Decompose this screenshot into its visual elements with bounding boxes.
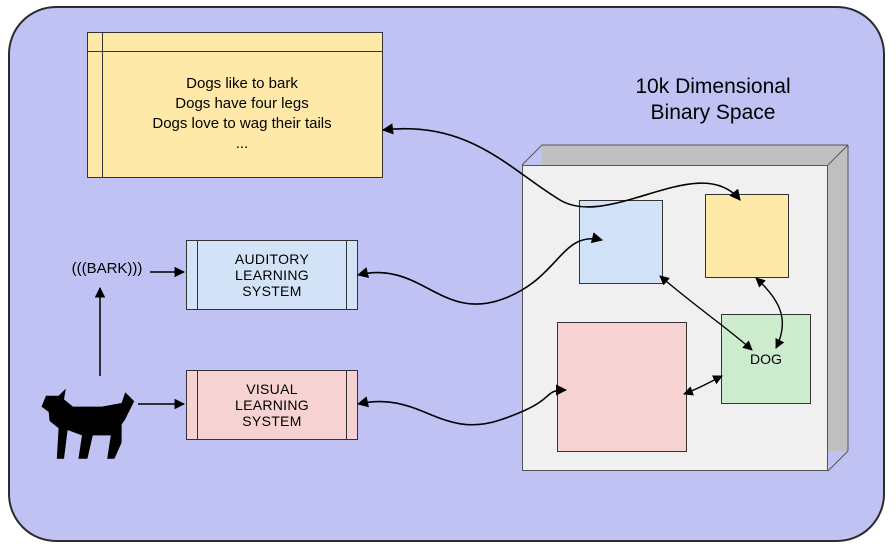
auditory-system-box: AUDITORY LEARNING SYSTEM [186,240,358,310]
visual-system-box: VISUAL LEARNING SYSTEM [186,370,358,440]
diagram-canvas: Dogs like to bark Dogs have four legs Do… [0,0,896,550]
vector-region-dog: DOG [721,314,811,404]
doc-line-1: Dogs like to bark [186,74,298,94]
box-stripe [197,371,198,439]
auditory-system-label: AUDITORY LEARNING SYSTEM [235,251,309,299]
vector-region-yellow [705,194,789,278]
cube-front-face: DOG [522,165,828,471]
dog-icon [36,376,146,466]
text-corpus-box: Dogs like to bark Dogs have four legs Do… [87,32,383,178]
vector-region-red [557,322,687,452]
space-title: 10k Dimensional Binary Space [568,74,858,127]
visual-system-label: VISUAL LEARNING SYSTEM [235,381,309,429]
space-title-line-2: Binary Space [568,100,858,126]
box-stripe [197,241,198,309]
bark-label: (((BARK))) [42,260,172,277]
box-stripe [346,241,347,309]
space-title-line-1: 10k Dimensional [568,74,858,100]
doc-line-4: ... [236,134,249,154]
doc-line-3: Dogs love to wag their tails [152,114,331,134]
doc-body: Dogs like to bark Dogs have four legs Do… [102,51,382,177]
doc-line-2: Dogs have four legs [175,94,308,114]
vector-region-blue [579,200,663,284]
box-stripe [346,371,347,439]
dog-vector-label: DOG [750,351,782,367]
